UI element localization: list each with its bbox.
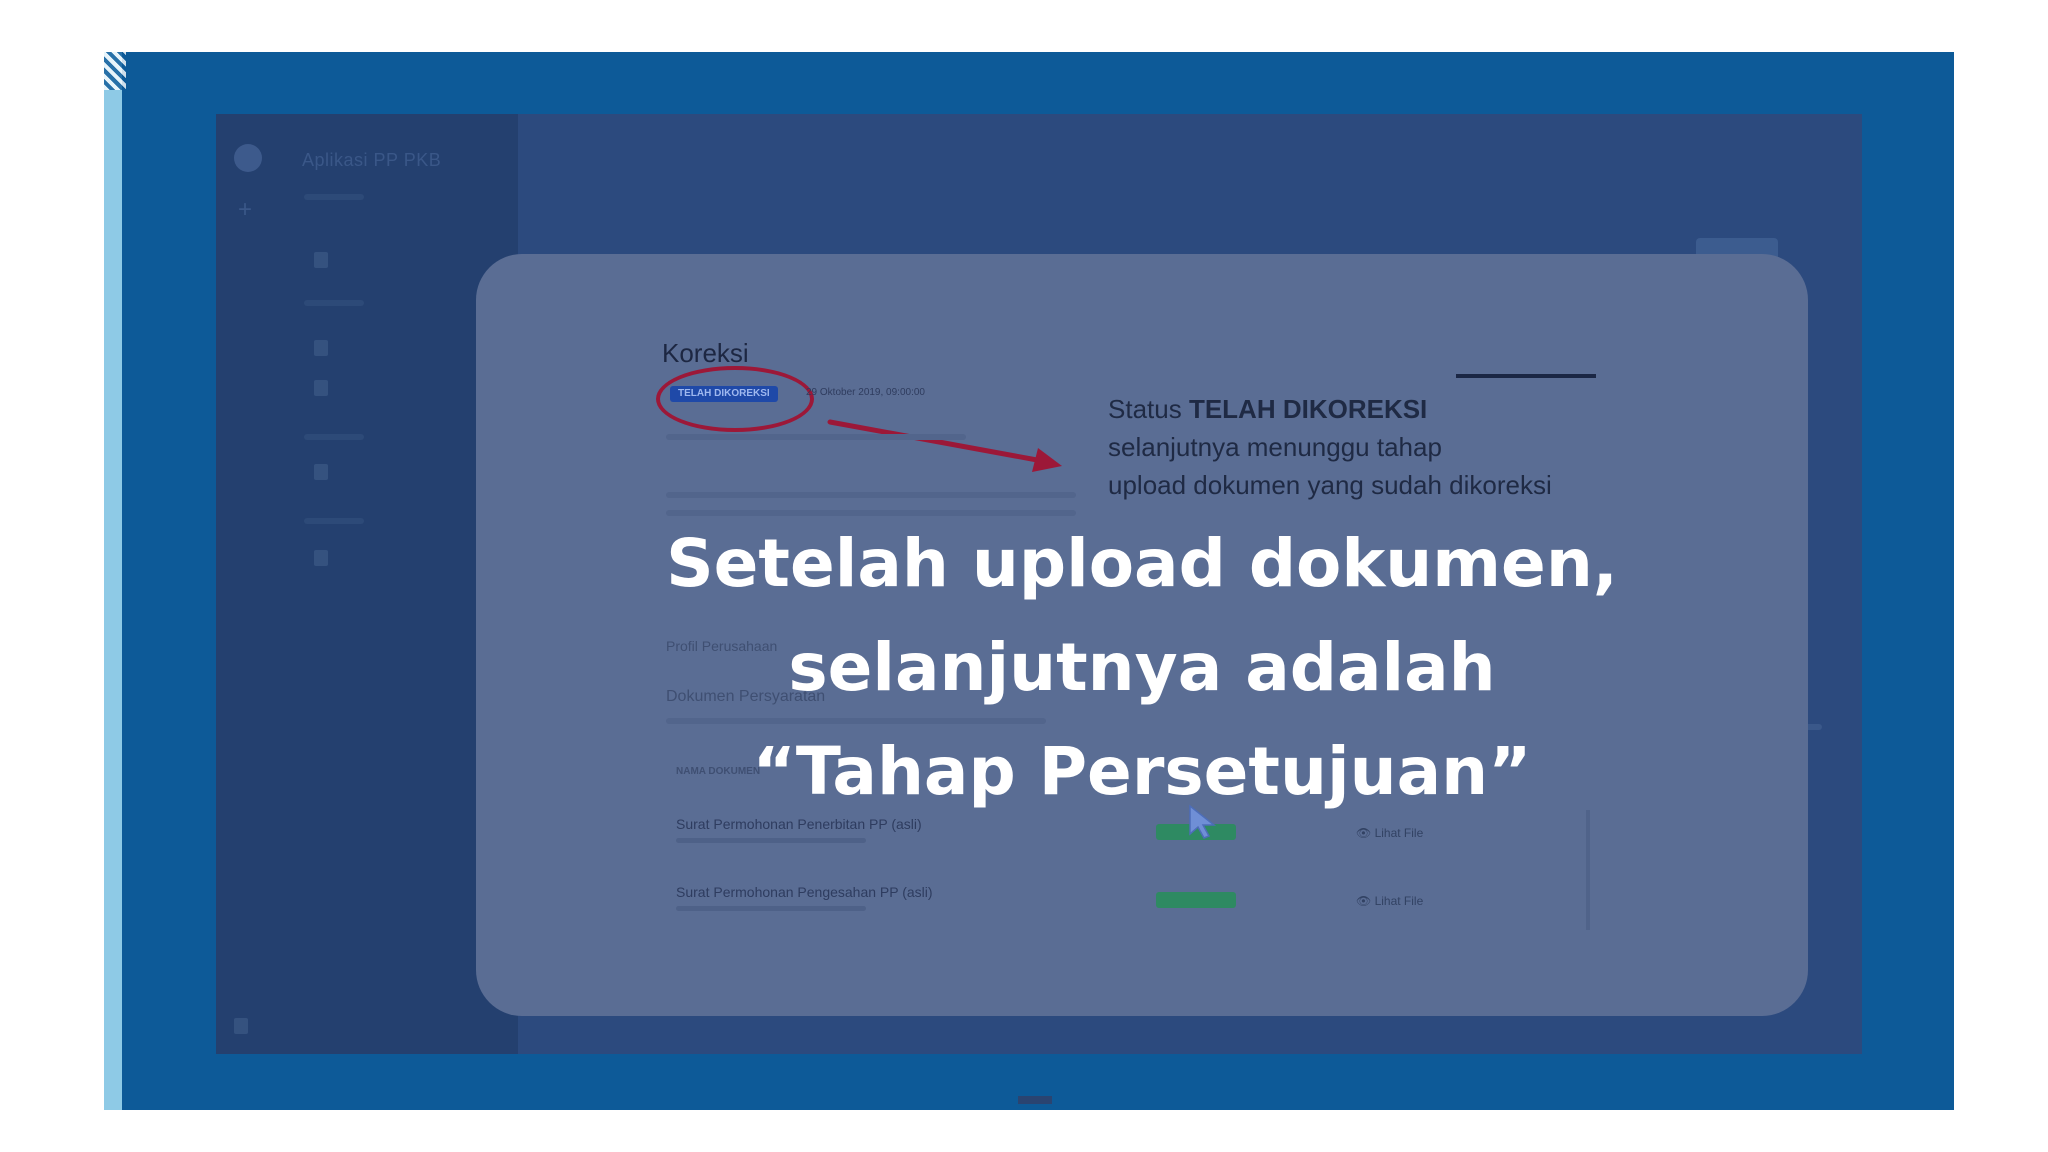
mouse-cursor-icon xyxy=(1189,804,1217,839)
annotation-prefix: Status xyxy=(1108,394,1189,424)
annotation-rule xyxy=(1456,374,1596,378)
sidebar: Aplikasi PP PKB + xyxy=(216,114,518,1054)
headline-line: Setelah upload dokumen, xyxy=(666,525,1618,602)
add-icon[interactable]: + xyxy=(238,196,252,224)
grid-icon[interactable] xyxy=(314,550,328,566)
view-file-link[interactable]: 👁 Lihat File xyxy=(1356,826,1423,840)
view-file-link[interactable]: 👁 Lihat File xyxy=(1356,894,1423,908)
video-frame: Aplikasi PP PKB + Koreksi TELAH DIKOREKS… xyxy=(104,52,1954,1110)
document-title: Koreksi xyxy=(662,338,749,368)
status-date: 29 Oktober 2019, 09:00:00 xyxy=(806,387,925,398)
scrollbar[interactable] xyxy=(1586,810,1590,930)
sidebar-heading xyxy=(304,434,364,440)
note-line xyxy=(666,492,1076,498)
headline-text: Setelah upload dokumen, selanjutnya adal… xyxy=(476,512,1808,824)
user-icon[interactable] xyxy=(234,1018,248,1034)
sidebar-heading xyxy=(304,194,364,200)
app-title: Aplikasi PP PKB xyxy=(302,150,442,170)
overlay-card: Koreksi TELAH DIKOREKSI 29 Oktober 2019,… xyxy=(476,254,1808,1016)
annotation-status: TELAH DIKOREKSI xyxy=(1188,394,1428,424)
sidebar-heading xyxy=(304,300,364,306)
annotation-text: Status TELAH DIKOREKSI selanjutnya menun… xyxy=(1108,390,1628,504)
headline-line: selanjutnya adalah xyxy=(788,629,1496,706)
annotation-line: upload dokumen yang sudah dikoreksi xyxy=(1108,470,1552,500)
annotation-arrow-icon xyxy=(827,419,1062,472)
note-line xyxy=(666,434,966,440)
view-file-label: Lihat File xyxy=(1374,894,1424,908)
view-file-label: Lihat File xyxy=(1374,826,1424,840)
sidebar-heading xyxy=(304,518,364,524)
app-logo-icon xyxy=(234,144,262,172)
status-badge: TELAH DIKOREKSI xyxy=(670,386,778,402)
headline-line: “Tahap Persetujuan” xyxy=(752,733,1532,810)
document-name: Surat Permohonan Pengesahan PP (asli) xyxy=(676,884,933,900)
frame-left-edge xyxy=(104,52,122,1110)
document-meta xyxy=(676,838,866,843)
document-icon[interactable] xyxy=(314,380,328,396)
frame-corner-pattern xyxy=(104,52,126,90)
document-icon[interactable] xyxy=(314,340,328,356)
pagination-indicator xyxy=(1018,1096,1052,1104)
annotation-line: selanjutnya menunggu tahap xyxy=(1108,432,1442,462)
document-status-badge xyxy=(1156,892,1236,908)
document-meta xyxy=(676,906,866,911)
document-icon[interactable] xyxy=(314,464,328,480)
inbox-icon[interactable] xyxy=(314,252,328,268)
